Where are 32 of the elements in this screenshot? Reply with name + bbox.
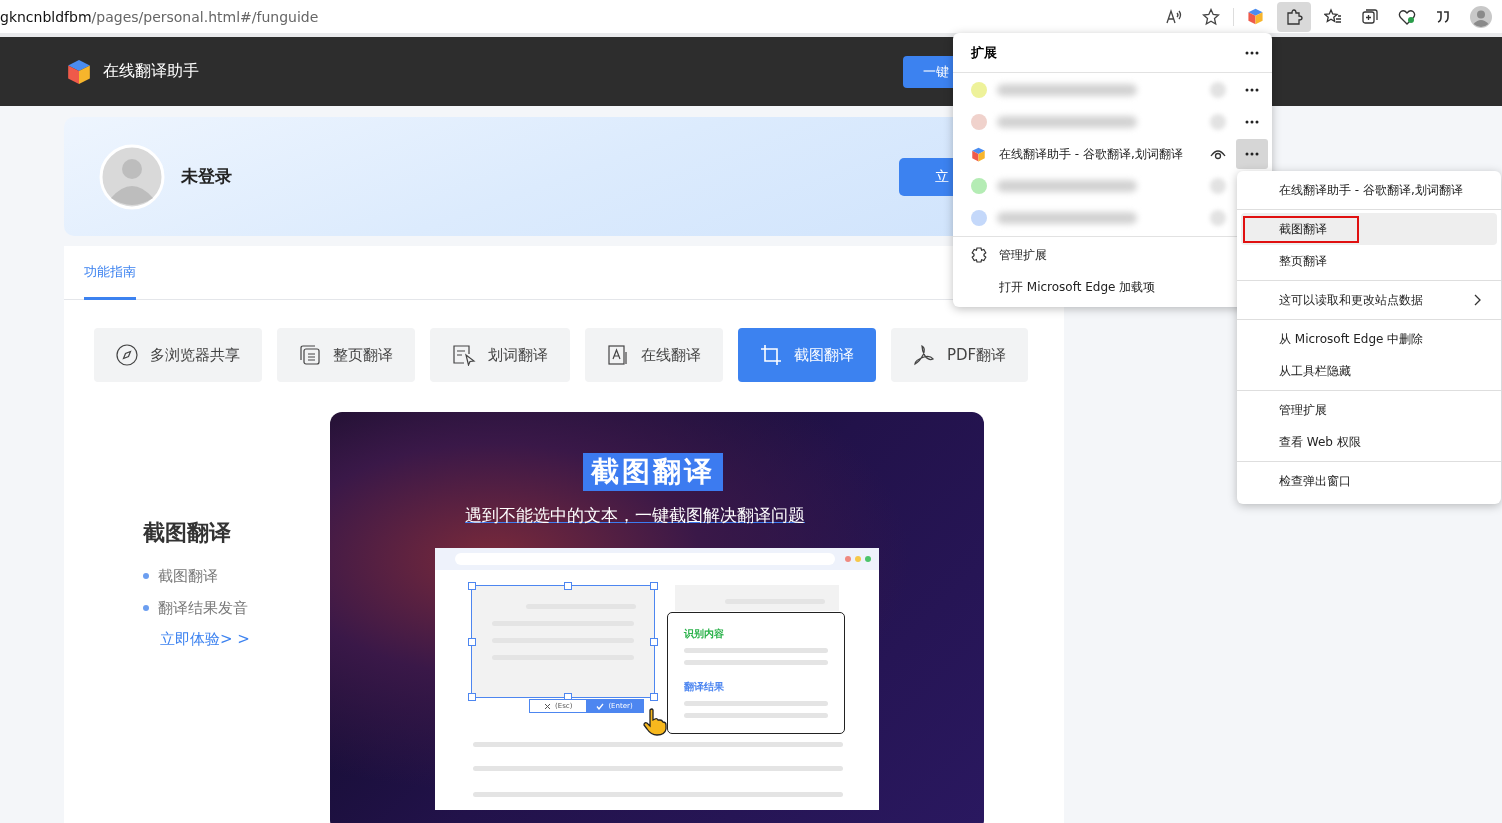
guide-tab[interactable]: 功能指南 xyxy=(84,246,136,300)
menu-item[interactable]: 管理扩展 xyxy=(1241,394,1497,426)
menu-item[interactable]: 在线翻译助手 - 谷歌翻译,划词翻译 xyxy=(1241,174,1497,206)
feature-button[interactable]: PDF翻译 xyxy=(891,328,1029,382)
menu-item[interactable]: 整页翻译 xyxy=(1241,245,1497,277)
menu-item[interactable]: 从工具栏隐藏 xyxy=(1241,355,1497,387)
menu-item[interactable]: 查看 Web 权限 xyxy=(1241,426,1497,458)
feature-button[interactable]: 划词翻译 xyxy=(430,328,570,382)
address-field[interactable]: gkncnbldfbm/pages/personal.html#/funguide xyxy=(0,8,319,25)
recognized-label: 识别内容 xyxy=(684,627,725,641)
promo-subtitle: 遇到不能选中的文本，一键截图解决翻译问题 xyxy=(465,504,805,527)
menu-item[interactable]: 打开 Microsoft Edge 加载项 xyxy=(999,278,1156,296)
feature-button[interactable]: 在线翻译 xyxy=(585,328,723,382)
result-label: 翻译结果 xyxy=(684,680,725,694)
promo-title: 截图翻译 xyxy=(583,453,723,491)
highlight-frame: 截图翻译 xyxy=(1243,215,1359,243)
feature-button[interactable]: 截图翻译 xyxy=(738,328,876,382)
bullet-text: 截图翻译 xyxy=(158,566,218,586)
menu-item[interactable]: 管理扩展 xyxy=(999,246,1047,264)
menu-item[interactable]: 这可以读取和更改站点数据 xyxy=(1241,284,1497,316)
feature-button[interactable]: 多浏览器共享 xyxy=(94,328,262,382)
menu-title: 扩展 xyxy=(971,43,997,62)
menu-item[interactable]: 检查弹出窗口 xyxy=(1241,465,1497,497)
guide-title: 截图翻译 xyxy=(143,519,232,547)
extension-name[interactable]: 在线翻译助手 - 谷歌翻译,划词翻译 xyxy=(999,145,1183,163)
feature-button[interactable]: 整页翻译 xyxy=(277,328,415,382)
try-now-link[interactable]: 立即体验> > xyxy=(160,630,250,649)
menu-item[interactable]: 从 Microsoft Edge 中删除 xyxy=(1241,323,1497,355)
site-title: 在线翻译助手 xyxy=(103,61,199,82)
menu-item[interactable]: 截图翻译 xyxy=(1241,213,1497,245)
user-name: 未登录 xyxy=(181,165,232,188)
bullet-text: 翻译结果发音 xyxy=(158,598,248,618)
